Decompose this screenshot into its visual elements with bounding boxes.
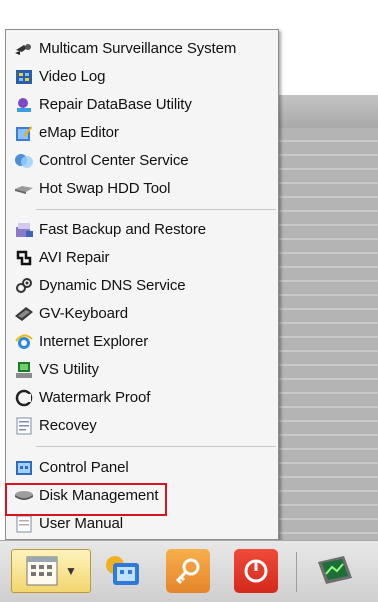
menu-item-control-panel[interactable]: Control Panel — [9, 454, 275, 481]
fast-backup-icon — [14, 220, 34, 240]
menu-item-avi-repair[interactable]: AVI Repair — [9, 244, 275, 271]
vs-utility-icon — [14, 360, 34, 380]
app-header-strip — [279, 95, 378, 128]
app-list-area — [279, 128, 378, 540]
menu-item-internet-explorer[interactable]: Internet Explorer — [9, 328, 275, 355]
menu-item-label: Control Center Service — [39, 152, 189, 169]
recovery-icon — [14, 416, 34, 436]
repair-database-icon — [14, 95, 34, 115]
monitor-button[interactable] — [310, 549, 360, 593]
menu-item-control-center[interactable]: Control Center Service — [9, 147, 275, 174]
power-icon — [241, 556, 271, 586]
emap-editor-icon — [14, 123, 34, 143]
network-icon — [103, 553, 141, 589]
multicam-icon — [14, 39, 34, 59]
taskbar-separator — [296, 552, 297, 592]
menu-item-label: Video Log — [39, 68, 106, 85]
menu-item-recovey[interactable]: Recovey — [9, 412, 275, 439]
watermark-proof-icon — [14, 388, 34, 408]
dynamic-dns-icon — [14, 276, 34, 296]
disk-management-highlight-box — [5, 483, 167, 516]
user-manual-icon — [14, 514, 34, 534]
video-log-icon — [14, 67, 34, 87]
tools-popup-menu: Multicam Surveillance System Video Log R… — [5, 29, 279, 540]
menu-item-repair-database[interactable]: Repair DataBase Utility — [9, 91, 275, 118]
menu-item-label: Control Panel — [39, 459, 129, 476]
menu-item-label: Dynamic DNS Service — [39, 277, 186, 294]
key-button[interactable] — [166, 549, 210, 593]
power-button[interactable] — [234, 549, 278, 593]
dropdown-arrow-icon[interactable]: ▼ — [65, 564, 77, 578]
menu-item-fast-backup[interactable]: Fast Backup and Restore — [9, 216, 275, 243]
gv-keyboard-icon — [14, 304, 34, 324]
menu-item-label: Multicam Surveillance System — [39, 40, 237, 57]
avi-repair-icon — [14, 248, 34, 268]
menu-item-watermark-proof[interactable]: Watermark Proof — [9, 384, 275, 411]
menu-item-label: Internet Explorer — [39, 333, 149, 350]
menu-item-label: Hot Swap HDD Tool — [39, 180, 171, 197]
menu-item-video-log[interactable]: Video Log — [9, 63, 275, 90]
menu-separator — [36, 446, 276, 447]
start-menu-icon — [25, 555, 59, 587]
key-icon — [173, 556, 203, 586]
menu-item-label: Recovey — [39, 417, 97, 434]
menu-item-label: Fast Backup and Restore — [39, 221, 206, 238]
menu-item-emap-editor[interactable]: eMap Editor — [9, 119, 275, 146]
control-center-icon — [14, 151, 34, 171]
menu-item-vs-utility[interactable]: VS Utility — [9, 356, 275, 383]
menu-item-label: Repair DataBase Utility — [39, 96, 192, 113]
internet-explorer-icon — [14, 332, 34, 352]
menu-item-label: AVI Repair — [39, 249, 110, 266]
menu-separator — [36, 209, 276, 210]
menu-item-multicam[interactable]: Multicam Surveillance System — [9, 35, 275, 62]
control-panel-icon — [14, 458, 34, 478]
menu-item-label: VS Utility — [39, 361, 99, 378]
monitor-icon — [314, 552, 356, 590]
start-menu-button[interactable]: ▼ — [11, 549, 91, 593]
menu-item-label: eMap Editor — [39, 124, 119, 141]
menu-item-hot-swap-hdd[interactable]: Hot Swap HDD Tool — [9, 175, 275, 202]
menu-item-dynamic-dns[interactable]: Dynamic DNS Service — [9, 272, 275, 299]
menu-item-label: GV-Keyboard — [39, 305, 128, 322]
menu-item-label: User Manual — [39, 515, 123, 532]
menu-item-label: Watermark Proof — [39, 389, 151, 406]
hot-swap-hdd-icon — [14, 179, 34, 199]
menu-item-gv-keyboard[interactable]: GV-Keyboard — [9, 300, 275, 327]
network-button[interactable] — [99, 549, 145, 593]
